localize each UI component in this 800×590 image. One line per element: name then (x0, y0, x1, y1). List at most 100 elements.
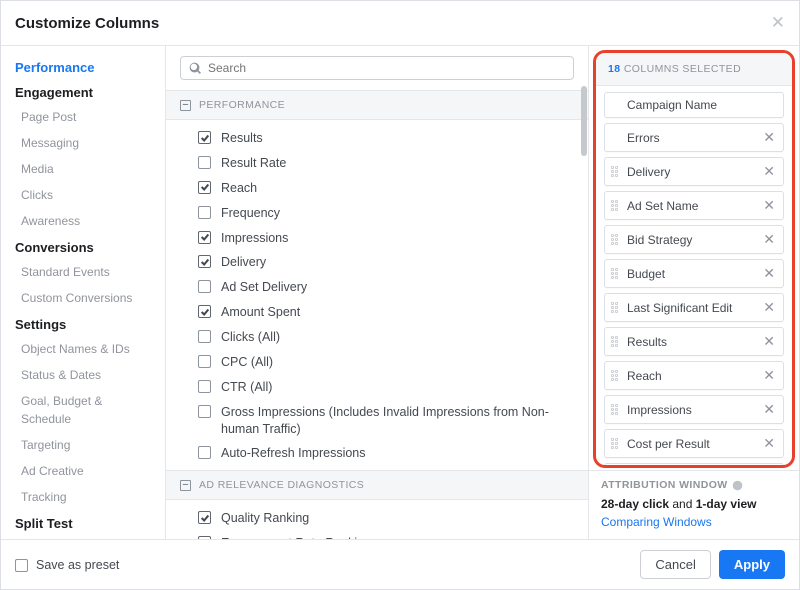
sidebar-item[interactable]: Object Names & IDs (1, 336, 165, 362)
metric-label: Gross Impressions (Includes Invalid Impr… (221, 404, 574, 438)
sidebar-group[interactable]: Conversions (1, 234, 165, 259)
sidebar-item[interactable]: Targeting (1, 432, 165, 458)
search-input[interactable] (208, 61, 565, 75)
section-header[interactable]: −AD RELEVANCE DIAGNOSTICS (166, 470, 588, 500)
metric-label: Quality Ranking (221, 510, 309, 527)
sidebar-item[interactable]: Goal, Budget & Schedule (1, 388, 165, 432)
attribution-heading: ATTRIBUTION WINDOW (601, 479, 787, 491)
sidebar-item[interactable]: Messaging (1, 130, 165, 156)
sidebar-item[interactable]: Tracking (1, 484, 165, 510)
sidebar-item[interactable]: Media (1, 156, 165, 182)
checkbox-icon (198, 405, 211, 418)
drag-handle-icon[interactable] (611, 233, 620, 246)
checkbox-icon (198, 446, 211, 459)
sidebar-item[interactable]: Standard Events (1, 259, 165, 285)
selected-highlight: 18 COLUMNS SELECTED Campaign NameErrors✕… (593, 50, 795, 468)
selected-item[interactable]: Last Significant Edit✕ (604, 293, 784, 322)
selected-item[interactable]: Ad Set Name✕ (604, 191, 784, 220)
selected-item[interactable]: Reach✕ (604, 361, 784, 390)
selected-item[interactable]: Errors✕ (604, 123, 784, 152)
remove-icon[interactable]: ✕ (761, 265, 777, 282)
selected-item[interactable]: Quality Ranking✕ (604, 463, 784, 465)
selected-item-label: Campaign Name (627, 98, 777, 112)
remove-icon[interactable]: ✕ (761, 333, 777, 350)
selected-item-label: Ad Set Name (627, 199, 761, 213)
selected-item-label: Results (627, 335, 761, 349)
metric-row[interactable]: Frequency (180, 201, 574, 226)
cancel-button[interactable]: Cancel (640, 550, 710, 579)
selected-panel: 18 COLUMNS SELECTED Campaign NameErrors✕… (589, 46, 799, 539)
sidebar-item[interactable]: Clicks (1, 182, 165, 208)
remove-icon[interactable]: ✕ (761, 129, 777, 146)
sidebar-item[interactable]: Awareness (1, 208, 165, 234)
drag-handle-icon[interactable] (611, 301, 620, 314)
metric-row[interactable]: Amount Spent (180, 300, 574, 325)
selected-item[interactable]: Impressions✕ (604, 395, 784, 424)
selected-count-label: COLUMNS SELECTED (624, 63, 741, 75)
metric-label: Frequency (221, 205, 280, 222)
metric-label: Amount Spent (221, 304, 300, 321)
remove-icon[interactable]: ✕ (761, 299, 777, 316)
remove-icon[interactable]: ✕ (761, 367, 777, 384)
remove-icon[interactable]: ✕ (761, 231, 777, 248)
selected-item[interactable]: Budget✕ (604, 259, 784, 288)
checkbox-icon (198, 231, 211, 244)
checkbox-icon (198, 280, 211, 293)
drag-handle-icon[interactable] (611, 403, 620, 416)
sidebar-group[interactable]: Split Test (1, 510, 165, 535)
selected-item-label: Cost per Result (627, 437, 761, 451)
selected-item[interactable]: Results✕ (604, 327, 784, 356)
remove-icon[interactable]: ✕ (761, 435, 777, 452)
checkbox-icon (198, 380, 211, 393)
metric-label: Engagement Rate Ranking (221, 535, 371, 539)
metric-row[interactable]: Impressions (180, 226, 574, 251)
sidebar-group[interactable]: Settings (1, 311, 165, 336)
sidebar-item[interactable]: Custom Conversions (1, 285, 165, 311)
sidebar-item[interactable]: Page Post (1, 104, 165, 130)
checkbox-icon (198, 330, 211, 343)
selected-list: Campaign NameErrors✕Delivery✕Ad Set Name… (596, 86, 792, 465)
selected-item[interactable]: Delivery✕ (604, 157, 784, 186)
metric-row[interactable]: Clicks (All) (180, 325, 574, 350)
close-icon[interactable]: ✕ (771, 13, 785, 33)
metric-row[interactable]: Delivery (180, 250, 574, 275)
save-preset-checkbox[interactable]: Save as preset (15, 558, 119, 572)
search-input-wrap[interactable] (180, 56, 574, 80)
selected-item[interactable]: Bid Strategy✕ (604, 225, 784, 254)
drag-handle-icon[interactable] (611, 437, 620, 450)
drag-handle-icon[interactable] (611, 335, 620, 348)
metric-row[interactable]: Reach (180, 176, 574, 201)
sidebar-group[interactable]: Performance (1, 54, 165, 79)
drag-handle-icon[interactable] (611, 165, 620, 178)
comparing-windows-link[interactable]: Comparing Windows (601, 515, 787, 529)
remove-icon[interactable]: ✕ (761, 197, 777, 214)
checkbox-icon (198, 305, 211, 318)
section-header[interactable]: −PERFORMANCE (166, 90, 588, 120)
sidebar-group[interactable]: Engagement (1, 79, 165, 104)
selected-item[interactable]: Cost per Result✕ (604, 429, 784, 458)
apply-button[interactable]: Apply (719, 550, 785, 579)
selected-item-label: Delivery (627, 165, 761, 179)
remove-icon[interactable]: ✕ (761, 163, 777, 180)
metric-row[interactable]: Quality Ranking (180, 506, 574, 531)
drag-handle-icon[interactable] (611, 267, 620, 280)
metric-row[interactable]: Results (180, 126, 574, 151)
scrollbar-thumb[interactable] (581, 86, 587, 156)
metric-label: CTR (All) (221, 379, 272, 396)
metric-row[interactable]: Engagement Rate Ranking (180, 531, 574, 539)
metric-row[interactable]: CPC (All) (180, 350, 574, 375)
metric-row[interactable]: Gross Impressions (Includes Invalid Impr… (180, 400, 574, 442)
metric-row[interactable]: CTR (All) (180, 375, 574, 400)
metric-row[interactable]: Result Rate (180, 151, 574, 176)
remove-icon[interactable]: ✕ (761, 401, 777, 418)
sidebar-item[interactable]: Ad Creative (1, 458, 165, 484)
drag-handle-icon[interactable] (611, 369, 620, 382)
info-icon[interactable] (732, 480, 743, 491)
selected-item[interactable]: Campaign Name (604, 92, 784, 118)
metric-label: Clicks (All) (221, 329, 280, 346)
metric-row[interactable]: Ad Set Delivery (180, 275, 574, 300)
drag-handle-icon[interactable] (611, 199, 620, 212)
sidebar-item[interactable]: Status & Dates (1, 362, 165, 388)
customize-columns-modal: Customize Columns ✕ PerformanceEngagemen… (0, 0, 800, 590)
metric-row[interactable]: Auto-Refresh Impressions (180, 441, 574, 466)
